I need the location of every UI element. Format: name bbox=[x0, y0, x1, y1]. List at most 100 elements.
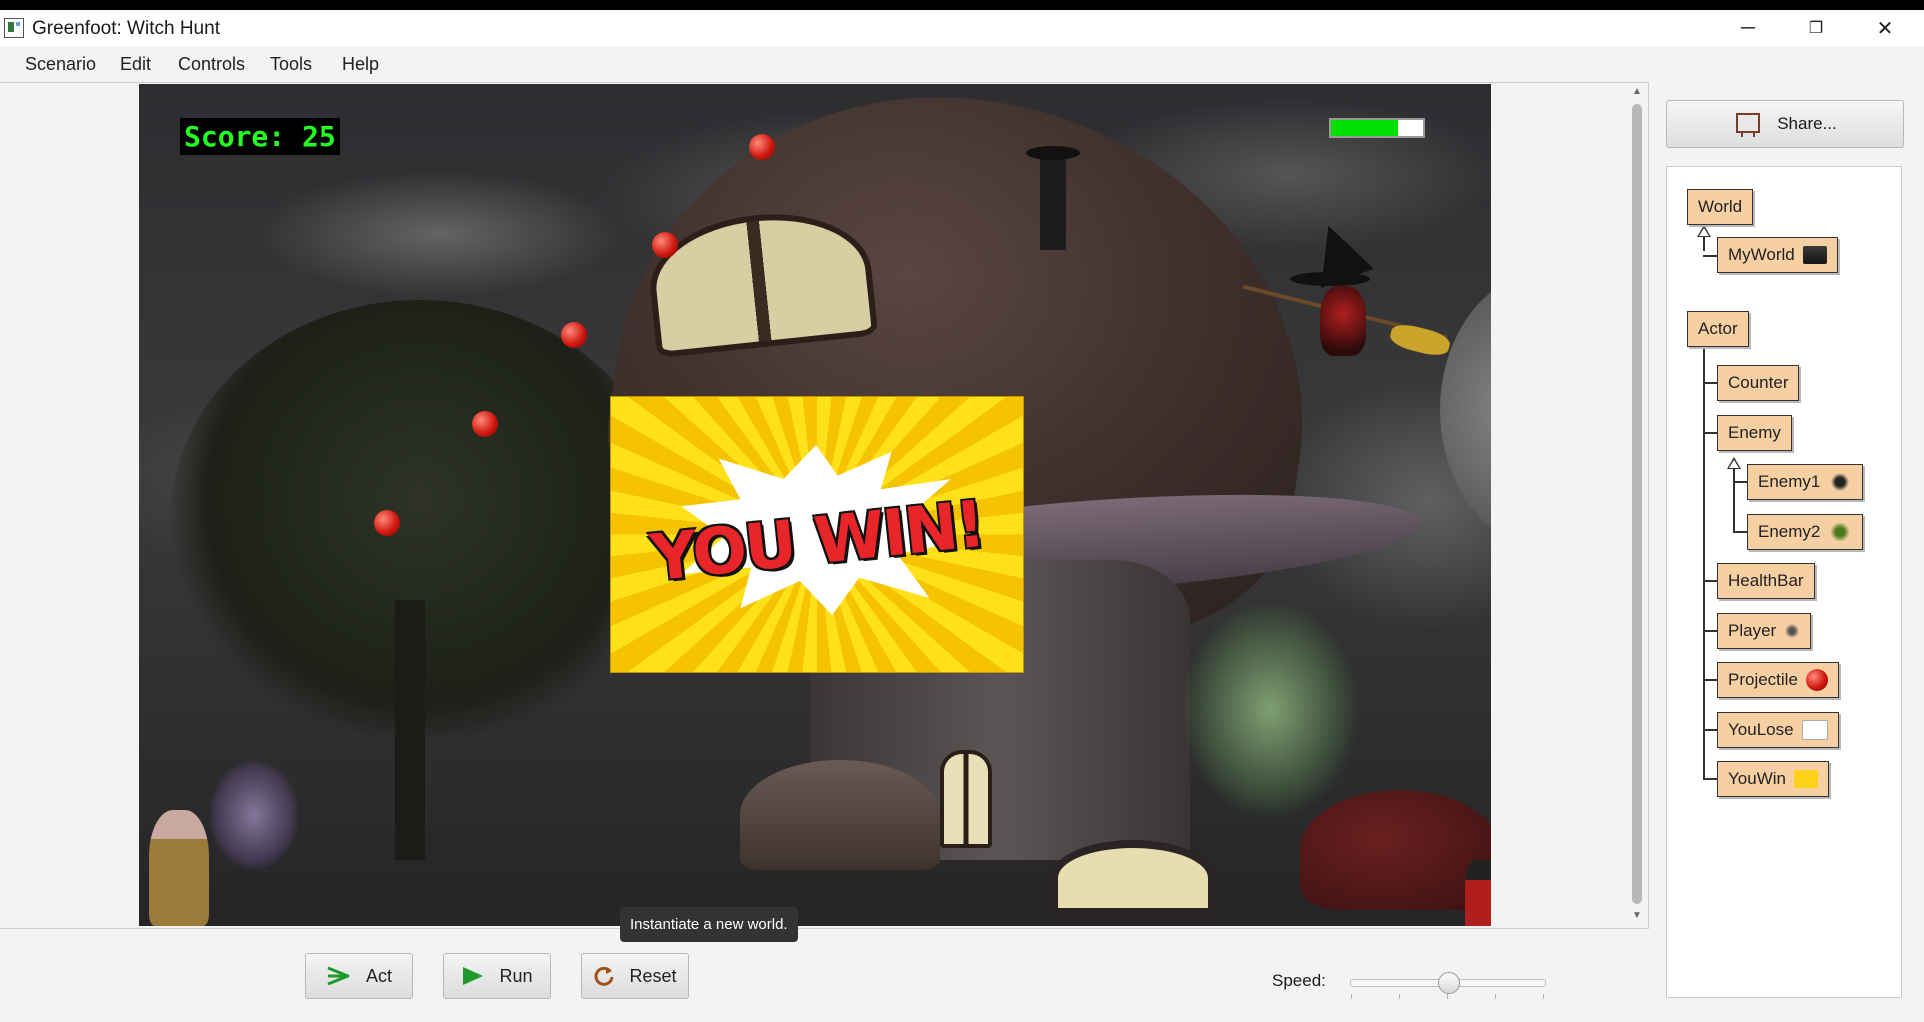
menu-controls[interactable]: Controls bbox=[178, 54, 245, 75]
class-enemy[interactable]: Enemy bbox=[1717, 415, 1792, 451]
myworld-thumbnail bbox=[1802, 246, 1827, 264]
inherit-arrow-icon bbox=[1727, 457, 1741, 469]
menu-tools[interactable]: Tools bbox=[270, 54, 312, 75]
reset-tooltip: Instantiate a new world. bbox=[620, 907, 798, 942]
maximize-button[interactable]: ❐ bbox=[1787, 10, 1845, 46]
class-label: Enemy bbox=[1728, 423, 1781, 442]
world-scrollbar[interactable]: ▲ ▼ bbox=[1628, 84, 1646, 926]
control-bar: Act Run Reset Speed: bbox=[0, 928, 1648, 1022]
broom-bristles bbox=[1387, 321, 1453, 359]
inherit-line bbox=[1733, 461, 1735, 531]
game-world[interactable]: Score: 25 YOU WIN! bbox=[139, 84, 1491, 926]
inherit-line bbox=[1703, 630, 1717, 632]
house-door bbox=[1050, 840, 1216, 916]
class-label: Counter bbox=[1728, 373, 1789, 392]
speed-slider[interactable] bbox=[1350, 972, 1546, 999]
class-world[interactable]: World bbox=[1687, 189, 1754, 225]
glowing-vines bbox=[1180, 600, 1360, 820]
inherit-arrow-icon bbox=[1697, 225, 1711, 237]
speed-slider-knob[interactable] bbox=[1438, 972, 1460, 994]
run-button[interactable]: Run bbox=[443, 953, 551, 999]
easel-icon bbox=[1733, 111, 1761, 137]
projectile bbox=[561, 322, 587, 348]
menu-edit[interactable]: Edit bbox=[120, 54, 151, 75]
reset-button[interactable]: Reset bbox=[581, 953, 689, 999]
menu-bar: Scenario Edit Controls Tools Help bbox=[0, 46, 1924, 82]
projectile bbox=[652, 232, 678, 258]
chimney bbox=[1040, 150, 1066, 250]
run-label: Run bbox=[499, 965, 533, 986]
reset-icon bbox=[595, 966, 614, 986]
title-bar: Greenfoot: Witch Hunt ─ ❐ ✕ bbox=[0, 10, 1924, 46]
inherit-line bbox=[1703, 432, 1717, 434]
class-label: HealthBar bbox=[1728, 571, 1804, 590]
class-label: Enemy2 bbox=[1758, 522, 1821, 541]
scroll-up-icon[interactable]: ▲ bbox=[1632, 86, 1642, 97]
class-counter[interactable]: Counter bbox=[1717, 365, 1800, 401]
class-label: Actor bbox=[1698, 319, 1738, 338]
scrollbar-thumb[interactable] bbox=[1632, 104, 1642, 904]
class-enemy2[interactable]: Enemy2 bbox=[1747, 514, 1864, 550]
window-title: Greenfoot: Witch Hunt bbox=[32, 18, 220, 39]
slider-tick bbox=[1543, 994, 1544, 999]
enemy1-thumbnail bbox=[1828, 473, 1853, 491]
inherit-line bbox=[1703, 778, 1717, 780]
class-enemy1[interactable]: Enemy1 bbox=[1747, 464, 1864, 500]
inherit-line bbox=[1703, 679, 1717, 681]
class-healthbar[interactable]: HealthBar bbox=[1717, 563, 1815, 599]
inherit-line bbox=[1703, 580, 1717, 582]
slider-tick bbox=[1399, 994, 1400, 999]
menu-help[interactable]: Help bbox=[342, 54, 379, 75]
class-projectile[interactable]: Projectile bbox=[1717, 662, 1839, 698]
close-button[interactable]: ✕ bbox=[1856, 10, 1914, 46]
class-youwin[interactable]: YouWin bbox=[1717, 761, 1829, 797]
projectile bbox=[472, 411, 498, 437]
chimney-top bbox=[1026, 146, 1080, 160]
red-mushroom bbox=[1300, 790, 1491, 910]
class-label: MyWorld bbox=[1728, 245, 1795, 264]
class-label: World bbox=[1698, 197, 1743, 216]
minimize-button[interactable]: ─ bbox=[1719, 10, 1777, 46]
act-arrow-icon bbox=[327, 966, 350, 986]
player-fairy bbox=[139, 760, 319, 926]
projectile-thumbnail bbox=[1805, 669, 1828, 691]
act-button[interactable]: Act bbox=[305, 953, 413, 999]
house-window-small bbox=[940, 750, 992, 848]
health-bar bbox=[1329, 118, 1425, 138]
health-bar-fill bbox=[1331, 120, 1399, 136]
class-label: Enemy1 bbox=[1758, 472, 1821, 491]
you-win-banner: YOU WIN! bbox=[610, 396, 1024, 673]
class-label: Projectile bbox=[1728, 670, 1798, 689]
reset-label: Reset bbox=[629, 965, 677, 986]
share-button[interactable]: Share... bbox=[1666, 100, 1904, 148]
class-label: YouWin bbox=[1728, 769, 1786, 788]
class-diagram: World MyWorld Actor Counter Enemy Enemy1… bbox=[1666, 166, 1902, 998]
inherit-line bbox=[1703, 382, 1717, 384]
scroll-down-icon[interactable]: ▼ bbox=[1632, 910, 1642, 921]
class-youlose[interactable]: YouLose bbox=[1717, 712, 1839, 748]
menu-scenario[interactable]: Scenario bbox=[25, 54, 96, 75]
tree-trunk bbox=[395, 600, 425, 860]
class-label: Player bbox=[1728, 621, 1777, 640]
inherit-line bbox=[1733, 481, 1747, 483]
play-icon bbox=[463, 967, 484, 985]
class-myworld[interactable]: MyWorld bbox=[1717, 237, 1838, 273]
youwin-thumbnail bbox=[1793, 770, 1818, 788]
slider-tick bbox=[1447, 994, 1448, 999]
witch-hat-brim bbox=[1290, 272, 1370, 286]
enemy2-thumbnail bbox=[1828, 523, 1853, 541]
youlose-thumbnail bbox=[1801, 720, 1828, 740]
act-label: Act bbox=[365, 965, 392, 986]
greenfoot-app-icon bbox=[4, 18, 24, 38]
class-label: YouLose bbox=[1728, 720, 1794, 739]
fairy-body bbox=[149, 810, 209, 926]
player-thumbnail bbox=[1784, 622, 1801, 640]
class-actor[interactable]: Actor bbox=[1687, 311, 1749, 347]
projectile bbox=[749, 134, 775, 160]
inherit-line bbox=[1703, 729, 1717, 731]
inherit-line bbox=[1703, 323, 1705, 753]
class-player[interactable]: Player bbox=[1717, 613, 1812, 649]
top-border bbox=[0, 0, 1924, 10]
projectile bbox=[374, 510, 400, 536]
slider-tick bbox=[1351, 994, 1352, 999]
